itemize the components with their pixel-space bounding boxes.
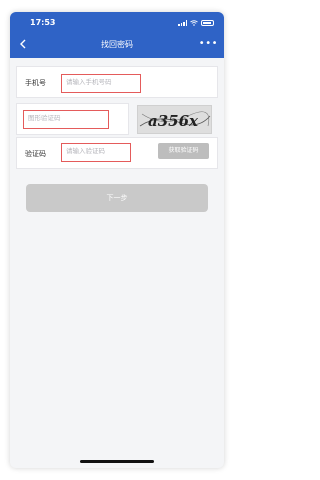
captcha-input[interactable]: 图形验证码 bbox=[23, 110, 109, 129]
battery-icon bbox=[201, 20, 214, 26]
captcha-input-row: 图形验证码 bbox=[16, 103, 129, 135]
status-bar: 17:53 bbox=[10, 18, 224, 30]
captcha-image[interactable]: a356x bbox=[137, 105, 212, 134]
back-button[interactable] bbox=[16, 38, 30, 52]
header-bar: 17:53 找回密码 ••• bbox=[10, 12, 224, 58]
page-title: 找回密码 bbox=[101, 40, 133, 49]
chevron-left-icon bbox=[20, 39, 26, 49]
more-dots-icon: ••• bbox=[198, 38, 218, 49]
phone-row: 手机号 请输入手机号码 bbox=[16, 66, 218, 98]
home-indicator bbox=[80, 460, 154, 463]
phone-frame: 17:53 找回密码 ••• 手机号 请输入手机号码 图形验证码 a356x 验… bbox=[10, 12, 224, 468]
phone-label: 手机号 bbox=[25, 79, 46, 87]
next-step-button[interactable]: 下一步 bbox=[26, 184, 208, 212]
navbar: 找回密码 ••• bbox=[10, 36, 224, 56]
code-input[interactable]: 请输入验证码 bbox=[61, 143, 131, 162]
status-icons bbox=[178, 20, 214, 26]
code-label: 验证码 bbox=[25, 150, 46, 158]
signal-icon bbox=[178, 20, 187, 26]
more-button[interactable]: ••• bbox=[199, 38, 218, 50]
captcha-text: a356x bbox=[148, 112, 199, 130]
get-code-button[interactable]: 获取验证码 bbox=[158, 143, 209, 159]
screenshot-canvas: 17:53 找回密码 ••• 手机号 请输入手机号码 图形验证码 a356x 验… bbox=[0, 0, 234, 480]
phone-input[interactable]: 请输入手机号码 bbox=[61, 74, 141, 93]
code-row: 验证码 请输入验证码 获取验证码 bbox=[16, 137, 218, 169]
wifi-icon bbox=[190, 20, 198, 26]
status-time: 17:53 bbox=[30, 18, 56, 27]
captcha-graphic: a356x bbox=[139, 111, 211, 130]
